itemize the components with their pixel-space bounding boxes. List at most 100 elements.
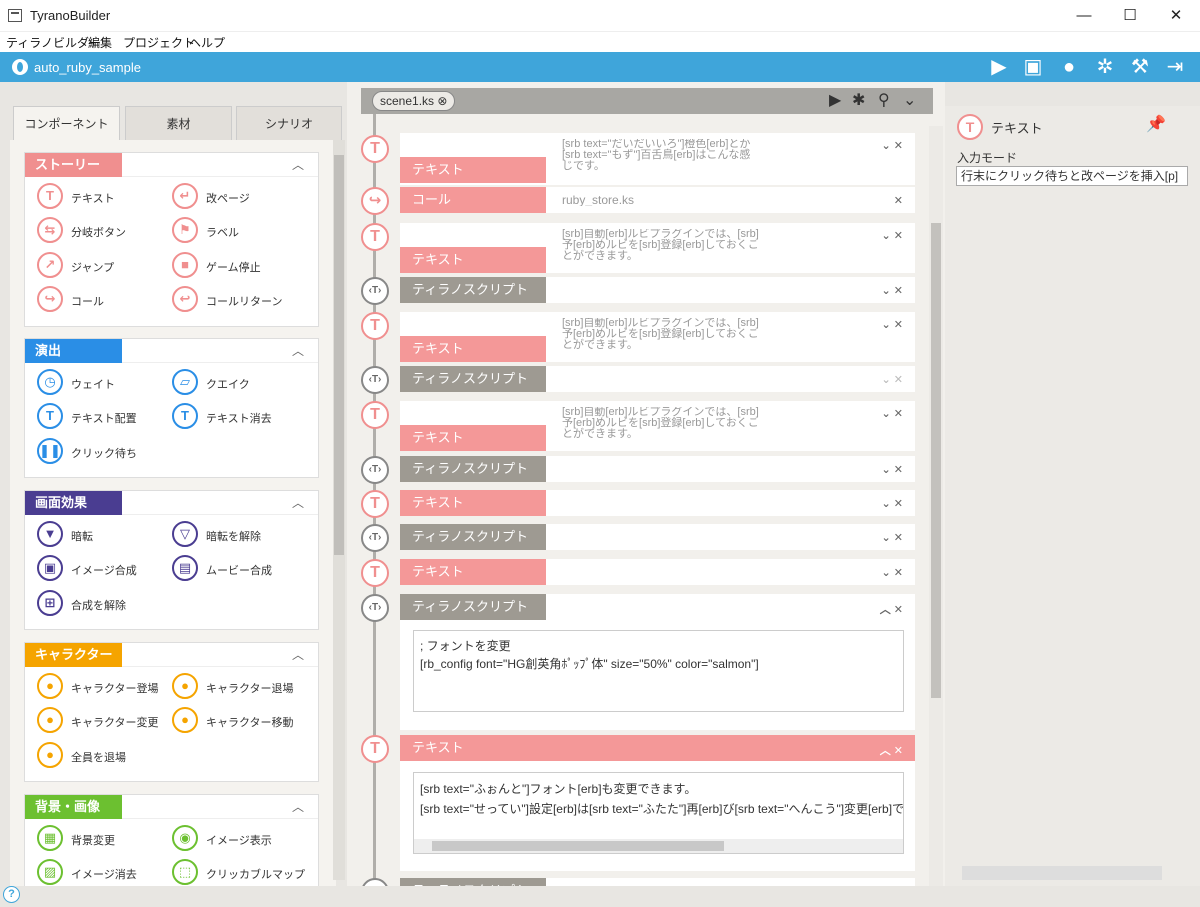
component-card[interactable]: テキスト [srb text="だいだいいろ"]橙色[erb]とか [srb t… xyxy=(400,133,915,185)
globe-icon xyxy=(12,59,28,75)
input-mode-select[interactable]: 行末にクリック待ちと改ページを挿入[p] xyxy=(956,166,1188,186)
collapse-icon[interactable]: ︿ xyxy=(292,156,304,173)
component-row-text[interactable]: T テキスト [srb]自動[erb]ルビプラグインでは、[srb] 予[erb… xyxy=(361,401,915,451)
component-card[interactable]: テキスト ︿ ✕ [srb text="ふぉんと"]フォント[erb]も変更でき… xyxy=(400,735,915,871)
properties-hscrollbar[interactable] xyxy=(962,866,1162,880)
component-row-text-expanded[interactable]: T テキスト ︿ ✕ [srb text="ふぉんと"]フォント[erb]も変更… xyxy=(361,735,915,871)
component-row-script[interactable]: ‹T› ティラノスクリプト ⌄ ✕ xyxy=(361,277,915,305)
row-controls[interactable]: ⌄ ✕ xyxy=(882,463,904,476)
row-controls[interactable]: ⌄ ✕ xyxy=(882,284,904,297)
minimize-button[interactable]: — xyxy=(1061,0,1107,32)
collapse-icon[interactable]: ︿ xyxy=(292,798,304,815)
build-icon[interactable]: ⚒ xyxy=(1127,55,1153,79)
tab-scenario[interactable]: シナリオ xyxy=(236,106,342,140)
comp-label: 背景変更 xyxy=(71,835,115,847)
editor-hscrollbar[interactable] xyxy=(414,839,903,853)
close-tab-icon[interactable]: ⊗ xyxy=(437,94,447,108)
text-editor[interactable]: [srb text="ふぉんと"]フォント[erb]も変更できます。 [srb … xyxy=(413,772,904,854)
text-node-icon: T xyxy=(361,559,389,587)
component-row-text[interactable]: T テキスト [srb]自動[erb]ルビプラグインでは、[srb] 予[erb… xyxy=(361,312,915,362)
section-header[interactable]: 画面効果 ︿ xyxy=(25,491,318,515)
component-row-script[interactable]: ‹T› ティラノスクリプト ⌄ ✕ xyxy=(361,366,915,394)
section-title: 演出 xyxy=(25,339,122,363)
row-controls[interactable]: ⌄ ✕ xyxy=(882,497,904,510)
component-card[interactable]: テキスト [srb]自動[erb]ルビプラグインでは、[srb] 予[erb]め… xyxy=(400,401,915,451)
row-controls[interactable]: ︿ ✕ xyxy=(880,601,903,617)
section-header[interactable]: 演出 ︿ xyxy=(25,339,318,363)
section-header[interactable]: キャラクター ︿ xyxy=(25,643,318,667)
save-icon[interactable]: ▣ xyxy=(1020,55,1046,79)
row-controls[interactable]: ⌄ ✕ xyxy=(882,229,904,242)
left-scrollbar-thumb[interactable] xyxy=(334,155,344,555)
settings-icon[interactable]: ✲ xyxy=(1092,55,1118,79)
row-controls[interactable]: ⌄ ✕ xyxy=(882,139,904,152)
component-card[interactable]: ティラノスクリプト ⌄ ✕ xyxy=(400,366,915,392)
section-header[interactable]: 背景・画像 ︿ xyxy=(25,795,318,819)
row-controls[interactable]: ⌄ ✕ xyxy=(882,566,904,579)
section-title: ストーリー xyxy=(25,153,122,177)
window-title: TyranoBuilder xyxy=(30,8,111,23)
menu-edit[interactable]: 編集 xyxy=(88,34,112,51)
collapse-icon[interactable]: ︿ xyxy=(292,646,304,663)
play-icon[interactable]: ▶ xyxy=(986,55,1012,79)
close-button[interactable]: ✕ xyxy=(1153,0,1199,32)
component-label: テキスト xyxy=(400,247,546,273)
tab-components[interactable]: コンポーネント xyxy=(13,106,120,142)
component-card[interactable]: テキスト [srb]自動[erb]ルビプラグインでは、[srb] 予[erb]め… xyxy=(400,312,915,362)
search-icon[interactable]: ⚲ xyxy=(878,90,890,110)
component-card[interactable]: テキスト ⌄ ✕ xyxy=(400,559,915,585)
component-row-text[interactable]: T テキスト ⌄ ✕ xyxy=(361,559,915,587)
component-card[interactable]: ティラノスクリプト ⌄ ✕ xyxy=(400,277,915,303)
menu-help[interactable]: ヘルプ xyxy=(189,34,225,51)
menu-project[interactable]: プロジェクト xyxy=(123,34,195,51)
pin-icon[interactable]: 📌 xyxy=(1146,114,1166,134)
help-icon[interactable]: ? xyxy=(3,886,20,903)
component-card[interactable]: コール ruby_store.ks ✕ xyxy=(400,187,915,213)
row-controls[interactable]: ⌄ ✕ xyxy=(882,407,904,420)
chevron-down-icon[interactable]: ⌄ xyxy=(903,90,916,110)
component-row-text[interactable]: T テキスト ⌄ ✕ xyxy=(361,490,915,518)
component-label: ティラノスクリプト xyxy=(400,524,546,550)
comp-label: コールリターン xyxy=(206,296,283,308)
users-icon[interactable]: ● xyxy=(1056,55,1082,79)
tab-assets[interactable]: 素材 xyxy=(125,106,232,140)
component-card[interactable]: テキスト ⌄ ✕ xyxy=(400,490,915,516)
menu-tyranobuilder[interactable]: ティラノビルダー xyxy=(6,34,101,51)
title-bar: TyranoBuilder — ☐ ✕ xyxy=(0,0,1200,32)
component-row-script[interactable]: ‹T› ティラノスクリプト ⌄ ✕ xyxy=(361,456,915,484)
maximize-button[interactable]: ☐ xyxy=(1107,0,1153,32)
component-label: ティラノスクリプト xyxy=(400,277,546,303)
component-row-call[interactable]: ↪ コール ruby_store.ks ✕ xyxy=(361,187,915,215)
component-row-text[interactable]: T テキスト [srb text="だいだいいろ"]橙色[erb]とか [srb… xyxy=(361,133,915,185)
editor-hscrollbar-thumb[interactable] xyxy=(432,841,724,851)
delete-icon[interactable]: ✕ xyxy=(894,194,903,207)
section-header[interactable]: ストーリー ︿ xyxy=(25,153,318,177)
scene-tab[interactable]: scene1.ks ⊗ xyxy=(372,91,455,111)
component-card[interactable]: ティラノスクリプト ︿ ✕ ; フォントを変更 [rb_config font=… xyxy=(400,594,915,730)
component-card[interactable]: テキスト [srb]自動[erb]ルビプラグインでは、[srb] 予[erb]め… xyxy=(400,223,915,273)
section-title: 画面効果 xyxy=(25,491,122,515)
person-change-icon: ● xyxy=(37,707,63,733)
script-editor[interactable]: ; フォントを変更 [rb_config font="HG創英角ﾎﾟｯﾌﾟ体" … xyxy=(413,630,904,712)
component-row-script[interactable]: ‹T› ティラノスクリプト ⌄ ✕ xyxy=(361,524,915,552)
editor-scrollbar-thumb[interactable] xyxy=(931,223,941,698)
script-node-icon: ‹T› xyxy=(361,277,389,305)
debug-bug-icon[interactable]: ✱ xyxy=(852,90,865,110)
collapse-icon[interactable]: ︿ xyxy=(292,342,304,359)
collapse-icon[interactable]: ︿ xyxy=(292,494,304,511)
comp-label: ジャンプ xyxy=(71,262,115,274)
preview-play-icon[interactable]: ▶ xyxy=(829,90,841,110)
row-controls[interactable]: ⌄ ✕ xyxy=(882,318,904,331)
exit-icon[interactable]: ⇥ xyxy=(1162,55,1188,79)
row-controls[interactable]: ︿ ✕ xyxy=(880,742,903,758)
stop-icon: ■ xyxy=(172,252,198,278)
component-card[interactable]: ティラノスクリプト ⌄ ✕ xyxy=(400,524,915,550)
component-row-script-expanded[interactable]: ‹T› ティラノスクリプト ︿ ✕ ; フォントを変更 [rb_config f… xyxy=(361,594,915,730)
component-row-text[interactable]: T テキスト [srb]自動[erb]ルビプラグインでは、[srb] 予[erb… xyxy=(361,223,915,273)
return-icon: ↩ xyxy=(172,286,198,312)
quake-icon: ▱ xyxy=(172,369,198,395)
text-clear-icon: T xyxy=(172,403,198,429)
component-card[interactable]: ティラノスクリプト ⌄ ✕ xyxy=(400,456,915,482)
row-controls[interactable]: ⌄ ✕ xyxy=(882,373,904,386)
row-controls[interactable]: ⌄ ✕ xyxy=(882,531,904,544)
